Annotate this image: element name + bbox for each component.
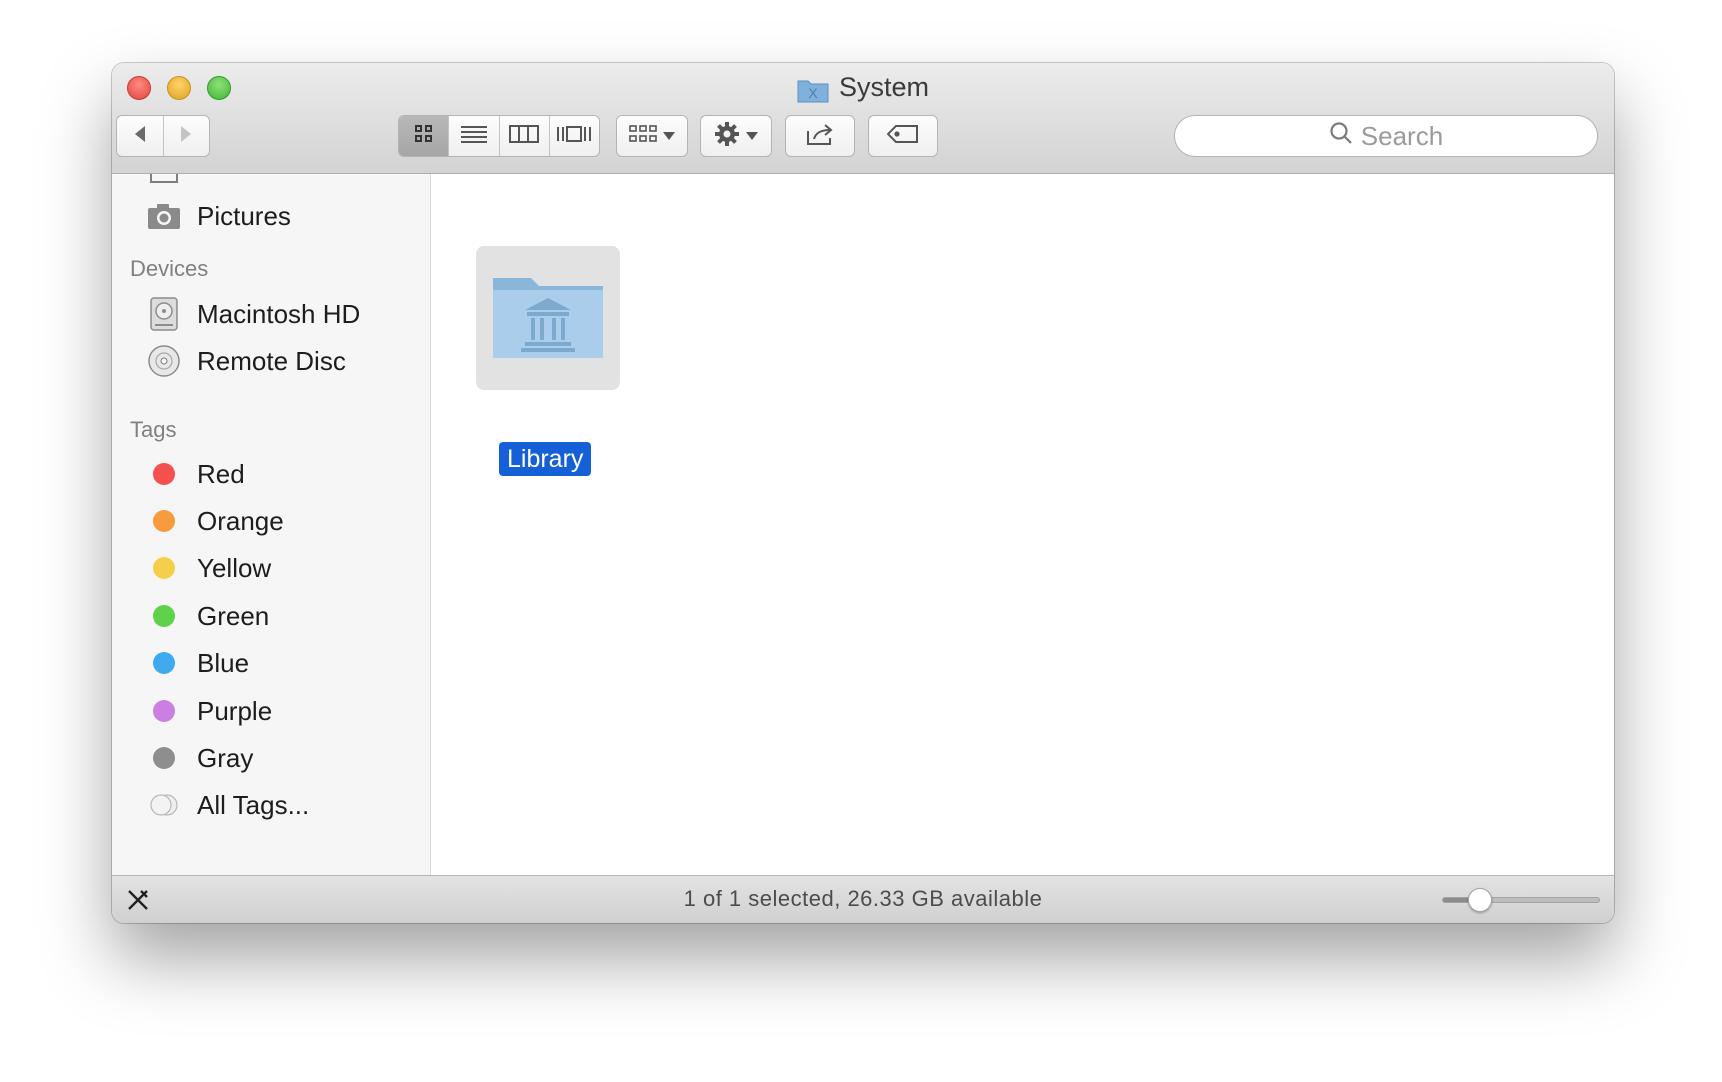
- gray-tag-dot: [153, 747, 175, 769]
- sidebar-tag-green[interactable]: Green: [112, 592, 430, 640]
- finder-window: X System Search Pictures Devices Macinto…: [112, 63, 1614, 923]
- sidebar-item-label: Red: [197, 458, 245, 489]
- list-view-button[interactable]: [448, 116, 498, 156]
- sidebar-item-label: Yellow: [197, 552, 272, 583]
- chevron-down-icon: [663, 127, 675, 145]
- search-placeholder: Search: [1360, 120, 1444, 151]
- devices-header: Devices: [130, 256, 209, 281]
- purple-tag-dot: [153, 700, 175, 722]
- sidebar-item-macintosh-hd[interactable]: Macintosh HD: [112, 290, 430, 338]
- red-tag-dot: [153, 463, 175, 485]
- sidebar-item-remote-disc[interactable]: Remote Disc: [112, 337, 430, 385]
- disc-icon: [146, 343, 182, 379]
- blue-tag-dot: [153, 652, 175, 674]
- status-bar: 1 of 1 selected, 26.33 GB available: [112, 875, 1614, 923]
- file-browser-content: Library: [431, 174, 1614, 875]
- orange-tag-dot: [153, 510, 175, 532]
- folder-icon: [146, 174, 182, 190]
- sidebar-tag-red[interactable]: Red: [112, 450, 430, 498]
- tags-button[interactable]: [868, 115, 938, 157]
- view-mode-group: [398, 115, 600, 157]
- chevron-left-icon: [132, 124, 148, 149]
- window-title-text: System: [838, 72, 930, 102]
- sidebar-item-label: Macintosh HD: [197, 298, 361, 329]
- share-icon: [805, 122, 835, 151]
- sidebar-item-label: All Tags...: [197, 789, 310, 820]
- sidebar-tag-purple[interactable]: Purple: [112, 687, 430, 735]
- chevron-right-icon: [178, 124, 194, 149]
- action-button[interactable]: [700, 115, 772, 157]
- sidebar-item-label: Orange: [197, 505, 284, 536]
- arrange-button[interactable]: [616, 115, 688, 157]
- library-item[interactable]: [476, 246, 620, 390]
- slider-thumb[interactable]: [1467, 888, 1492, 912]
- sidebar-item-label: Remote Disc: [197, 345, 346, 376]
- system-folder-icon: X: [797, 76, 829, 112]
- forward-button[interactable]: [162, 116, 210, 156]
- all-tags-icon: [146, 787, 182, 823]
- chevron-down-icon: [746, 127, 758, 145]
- yellow-tag-dot: [153, 557, 175, 579]
- sidebar-tag-orange[interactable]: Orange: [112, 497, 430, 545]
- sidebar-item-label: Purple: [197, 695, 273, 726]
- sidebar-item-label: Green: [197, 600, 270, 631]
- back-button[interactable]: [117, 116, 163, 156]
- gear-icon: [714, 121, 740, 152]
- sidebar-all-tags[interactable]: All Tags...: [112, 781, 430, 829]
- sidebar-tag-yellow[interactable]: Yellow: [112, 544, 430, 592]
- list-icon: [460, 124, 488, 149]
- sidebar: Pictures Devices Macintosh HD Remote Dis…: [112, 174, 431, 875]
- sidebar-item-label: Blue: [197, 647, 250, 678]
- sidebar-item-label: Pictures: [197, 200, 291, 231]
- search-icon: [1329, 121, 1353, 152]
- sidebar-tag-gray[interactable]: Gray: [112, 734, 430, 782]
- tag-icon: [886, 124, 919, 148]
- grid-icon: [414, 124, 434, 149]
- window-title: X System: [112, 69, 1614, 112]
- search-field[interactable]: Search: [1174, 115, 1598, 157]
- status-text: 1 of 1 selected, 26.33 GB available: [683, 886, 1043, 911]
- library-folder-icon: [489, 270, 607, 367]
- cover-flow-icon: [556, 124, 592, 149]
- arrange-grid-icon: [629, 124, 657, 149]
- column-view-button[interactable]: [498, 116, 549, 156]
- camera-icon: [146, 198, 182, 234]
- back-forward-group: [116, 115, 210, 157]
- columns-icon: [509, 124, 540, 149]
- library-label[interactable]: Library: [499, 442, 592, 476]
- tags-header: Tags: [130, 417, 177, 442]
- green-tag-dot: [153, 605, 175, 627]
- titlebar: X System Search: [112, 63, 1614, 174]
- icon-size-slider[interactable]: [1442, 897, 1600, 903]
- svg-text:X: X: [808, 85, 818, 101]
- sidebar-item-pictures[interactable]: Pictures: [112, 192, 430, 240]
- cover-flow-view-button[interactable]: [548, 116, 599, 156]
- share-button[interactable]: [785, 115, 855, 157]
- icon-view-button[interactable]: [399, 116, 449, 156]
- sidebar-tag-blue[interactable]: Blue: [112, 639, 430, 687]
- sidebar-item-label: Gray: [197, 742, 254, 773]
- hard-drive-icon: [146, 296, 182, 332]
